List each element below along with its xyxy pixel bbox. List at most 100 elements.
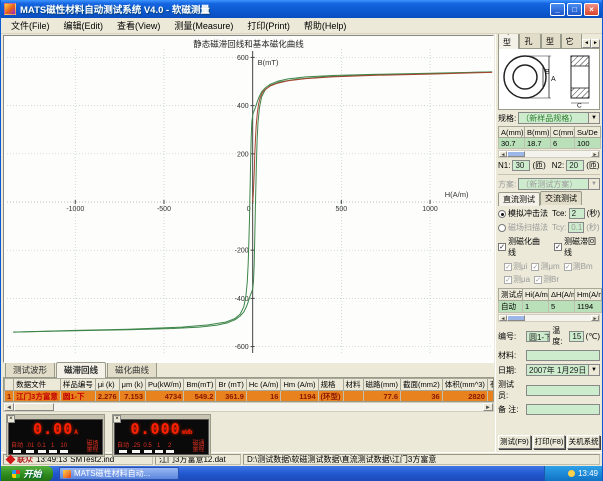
cell[interactable]: 1194	[281, 391, 318, 403]
close-icon[interactable]: ×	[7, 415, 15, 423]
col-header[interactable]: 磁路(mm)	[363, 379, 401, 391]
led-range-1[interactable]: .25	[132, 443, 140, 453]
date-dropdown[interactable]: 2007年 1月29日 ▼	[526, 364, 600, 376]
taskbar-task-button[interactable]: MATS磁性材料自动...	[59, 467, 179, 480]
col-header[interactable]: μm (k)	[119, 379, 145, 391]
cell[interactable]: 1	[523, 301, 549, 313]
action-button-0[interactable]: 测试(F9)	[498, 435, 531, 449]
col-header[interactable]: Hm(A/m)	[575, 289, 602, 301]
cell[interactable]	[343, 391, 363, 403]
cell[interactable]: 361.9	[216, 391, 246, 403]
col-header[interactable]: 测试点	[499, 289, 523, 301]
spec-dropdown[interactable]: （新样品规格） ▼	[518, 112, 600, 124]
scroll-thumb[interactable]	[14, 403, 54, 411]
col-header[interactable]: B(mm)	[525, 127, 551, 138]
menu-item-5[interactable]: 帮助(Help)	[298, 18, 353, 33]
sweep-method-radio[interactable]	[498, 224, 506, 232]
col-header[interactable]: 截面(mm2)	[401, 379, 443, 391]
result-tab-1[interactable]: 磁滞回线	[56, 362, 106, 378]
cell[interactable]: 100	[575, 138, 601, 149]
menu-item-3[interactable]: 测量(Measure)	[168, 18, 239, 33]
test-mode-tab-1[interactable]: 交流测试	[540, 191, 582, 205]
checkbox-icon[interactable]	[504, 276, 512, 284]
start-button[interactable]: 开始	[1, 466, 53, 481]
cell[interactable]: 江门3方富意	[14, 391, 61, 403]
col-header[interactable]: A(mm)	[499, 127, 525, 138]
scroll-left-icon[interactable]: ◄	[4, 403, 14, 411]
action-button-2[interactable]: 关机系统	[567, 435, 600, 449]
col-header[interactable]: 材料	[343, 379, 363, 391]
led-range-4[interactable]: 10	[60, 443, 68, 453]
tce-input[interactable]: 2	[569, 208, 585, 219]
hysteresis-loop-checkbox[interactable]	[554, 243, 562, 251]
minimize-button[interactable]: _	[550, 3, 565, 16]
tabs-right-icon[interactable]: ►	[591, 39, 600, 48]
col-header[interactable]: Br (mT)	[216, 379, 246, 391]
title-bar[interactable]: MATS磁性材料自动测试系统 V4.0 - 软磁测量 _ □ ×	[1, 0, 602, 18]
maximize-button[interactable]: □	[567, 3, 582, 16]
cell[interactable]: 自动	[499, 301, 523, 313]
system-tray[interactable]: 13:49	[544, 466, 602, 481]
scroll-right-icon[interactable]: ►	[483, 403, 493, 411]
menu-item-1[interactable]: 编辑(Edit)	[58, 18, 110, 33]
cell[interactable]: 5	[549, 301, 575, 313]
menu-item-0[interactable]: 文件(File)	[5, 18, 56, 33]
magnetization-curve-checkbox[interactable]	[498, 243, 506, 251]
led-range-3[interactable]: 1	[49, 443, 57, 453]
n1-input[interactable]: 30	[512, 160, 530, 171]
cell[interactable]: 7.153	[119, 391, 145, 403]
led-range-0[interactable]: 自动	[117, 443, 129, 453]
tester-input[interactable]	[526, 385, 600, 396]
cell[interactable]: 圆1-下	[60, 391, 95, 403]
col-header[interactable]: Hi(A/m)	[523, 289, 549, 301]
cell[interactable]: 2820	[442, 391, 487, 403]
close-button[interactable]: ×	[584, 3, 599, 16]
points-scrollbar[interactable]: ◄ ►	[498, 314, 600, 322]
checkbox-icon[interactable]	[534, 276, 542, 284]
tcy-input[interactable]: 0.1	[568, 222, 584, 233]
led-range-4[interactable]: 2	[166, 443, 174, 453]
material-input[interactable]	[526, 350, 600, 361]
cell[interactable]: 16	[246, 391, 281, 403]
col-header[interactable]: C(mm)	[551, 127, 575, 138]
checkbox-icon[interactable]	[504, 263, 512, 271]
col-header[interactable]: 样品编号	[60, 379, 95, 391]
led-range-0[interactable]: 自动	[11, 443, 23, 453]
cell[interactable]: 549.2	[184, 391, 216, 403]
impulse-method-radio[interactable]	[498, 210, 506, 218]
scroll-right-icon[interactable]: ►	[591, 315, 599, 321]
menu-item-2[interactable]: 查看(View)	[111, 18, 166, 33]
cell[interactable]: 1194	[575, 301, 602, 313]
close-icon[interactable]: ×	[113, 415, 121, 423]
col-header[interactable]: Bm(mT)	[184, 379, 216, 391]
led-range-3[interactable]: 1	[155, 443, 163, 453]
chevron-down-icon[interactable]: ▼	[588, 113, 599, 123]
checkbox-icon[interactable]	[564, 263, 572, 271]
cell[interactable]: 6	[551, 138, 575, 149]
cell[interactable]: 2.276	[95, 391, 119, 403]
chevron-down-icon[interactable]: ▼	[588, 179, 599, 189]
result-tab-2[interactable]: 磁化曲线	[107, 362, 157, 377]
led-range-2[interactable]: 0.1	[37, 443, 45, 453]
cell[interactable]: 77.6	[363, 391, 401, 403]
temperature-input[interactable]: 15	[569, 331, 583, 342]
table-row[interactable]: 1江门3方富意圆1-下2.2767.1534734549.2361.916119…	[5, 391, 495, 403]
scheme-dropdown[interactable]: （新测试方案） ▼	[518, 178, 600, 190]
dims-scrollbar[interactable]: ◄ ►	[498, 150, 600, 158]
cell[interactable]	[487, 391, 494, 403]
n2-input[interactable]: 20	[566, 160, 584, 171]
cell[interactable]: 4734	[146, 391, 184, 403]
scroll-left-icon[interactable]: ◄	[499, 151, 507, 157]
test-points-table[interactable]: 测试点Hi(A/m)ΔH(A/m)Hm(A/m) 自动151194	[498, 288, 602, 313]
shape-tab-1[interactable]: 双孔	[519, 34, 540, 48]
menu-item-4[interactable]: 打印(Print)	[241, 18, 296, 33]
led-range-1[interactable]: .01	[26, 443, 34, 453]
results-table[interactable]: 数据文件样品编号μi (k)μm (k)Pu(kW/m)Bm(mT)Br (mT…	[4, 378, 494, 402]
checkbox-icon[interactable]	[531, 263, 539, 271]
col-header[interactable]: Pu(kW/m)	[146, 379, 184, 391]
cell[interactable]: (环型)	[318, 391, 343, 403]
col-header[interactable]: 数据文件	[14, 379, 61, 391]
col-header[interactable]: ΔH(A/m)	[549, 289, 575, 301]
cell[interactable]: 30.7	[499, 138, 525, 149]
shape-tab-2[interactable]: E型	[541, 34, 561, 48]
